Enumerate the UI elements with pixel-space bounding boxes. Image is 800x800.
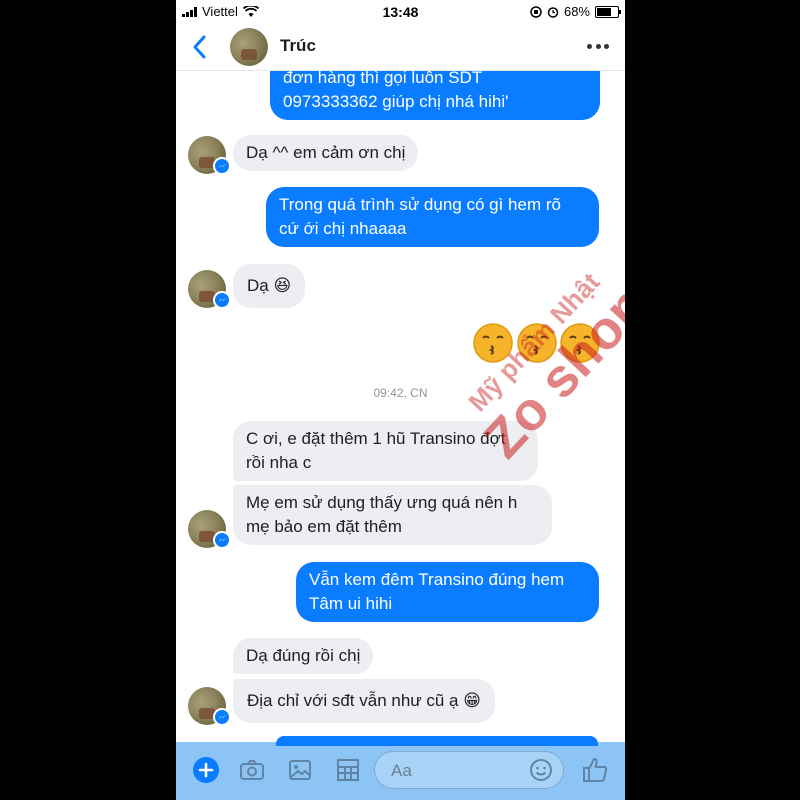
message-outgoing[interactable]: Trong quá trình sử dụng có gì hem rõ cứ … — [266, 187, 599, 247]
composer-bar: Aa — [176, 736, 625, 800]
back-arrow-icon — [193, 35, 206, 59]
contact-avatar[interactable] — [230, 28, 268, 66]
more-options-icon[interactable] — [587, 38, 609, 54]
kissing-emoji[interactable] — [559, 322, 601, 364]
status-bar: Viettel 13:48 68% — [176, 0, 625, 24]
kissing-emoji[interactable] — [516, 322, 558, 364]
back-button[interactable] — [188, 32, 212, 62]
thumbs-up-icon[interactable] — [580, 755, 610, 785]
grid-icon[interactable] — [334, 756, 362, 784]
message-outgoing[interactable]: Vẫn kem đêm Transino đúng hem Tâm ui hih… — [296, 562, 599, 622]
battery-fill — [597, 7, 611, 16]
message-input[interactable]: Aa — [374, 751, 564, 789]
message-incoming[interactable]: Dạ 😆 — [233, 264, 306, 308]
timestamp: 09:42, CN — [373, 386, 428, 400]
messenger-badge-icon — [213, 291, 231, 309]
phone-screen: Viettel 13:48 68% Trúc đơn hàng thì gọi … — [176, 0, 625, 800]
messenger-badge-icon — [213, 157, 231, 175]
message-input-placeholder: Aa — [391, 761, 412, 780]
contact-name[interactable]: Trúc — [280, 36, 316, 56]
messenger-badge-icon — [213, 531, 231, 549]
kissing-emoji[interactable] — [472, 322, 514, 364]
camera-icon[interactable] — [238, 756, 266, 784]
rotation-lock-icon — [530, 5, 542, 18]
battery-icon — [595, 5, 621, 18]
message-outgoing-peek — [276, 736, 598, 746]
photo-icon[interactable] — [286, 756, 314, 784]
plus-icon[interactable] — [192, 756, 220, 784]
smiley-icon[interactable] — [529, 758, 553, 782]
message-incoming[interactable]: Dạ đúng rồi chị — [233, 638, 374, 674]
messenger-badge-icon — [213, 708, 231, 726]
conversation-header: Trúc — [176, 24, 625, 71]
message-incoming[interactable]: C ơi, e đặt thêm 1 hũ Transino đợt rồi n… — [233, 421, 538, 481]
message-incoming[interactable]: Dạ ^^ em cảm ơn chị — [233, 135, 419, 171]
battery-percent: 68% — [563, 4, 590, 19]
alarm-icon — [547, 6, 559, 18]
message-incoming[interactable]: Địa chỉ với sđt vẫn như cũ ạ 😁 — [233, 679, 495, 723]
message-incoming[interactable]: Mẹ em sử dụng thấy ưng quá nên h mẹ bảo … — [233, 485, 552, 545]
